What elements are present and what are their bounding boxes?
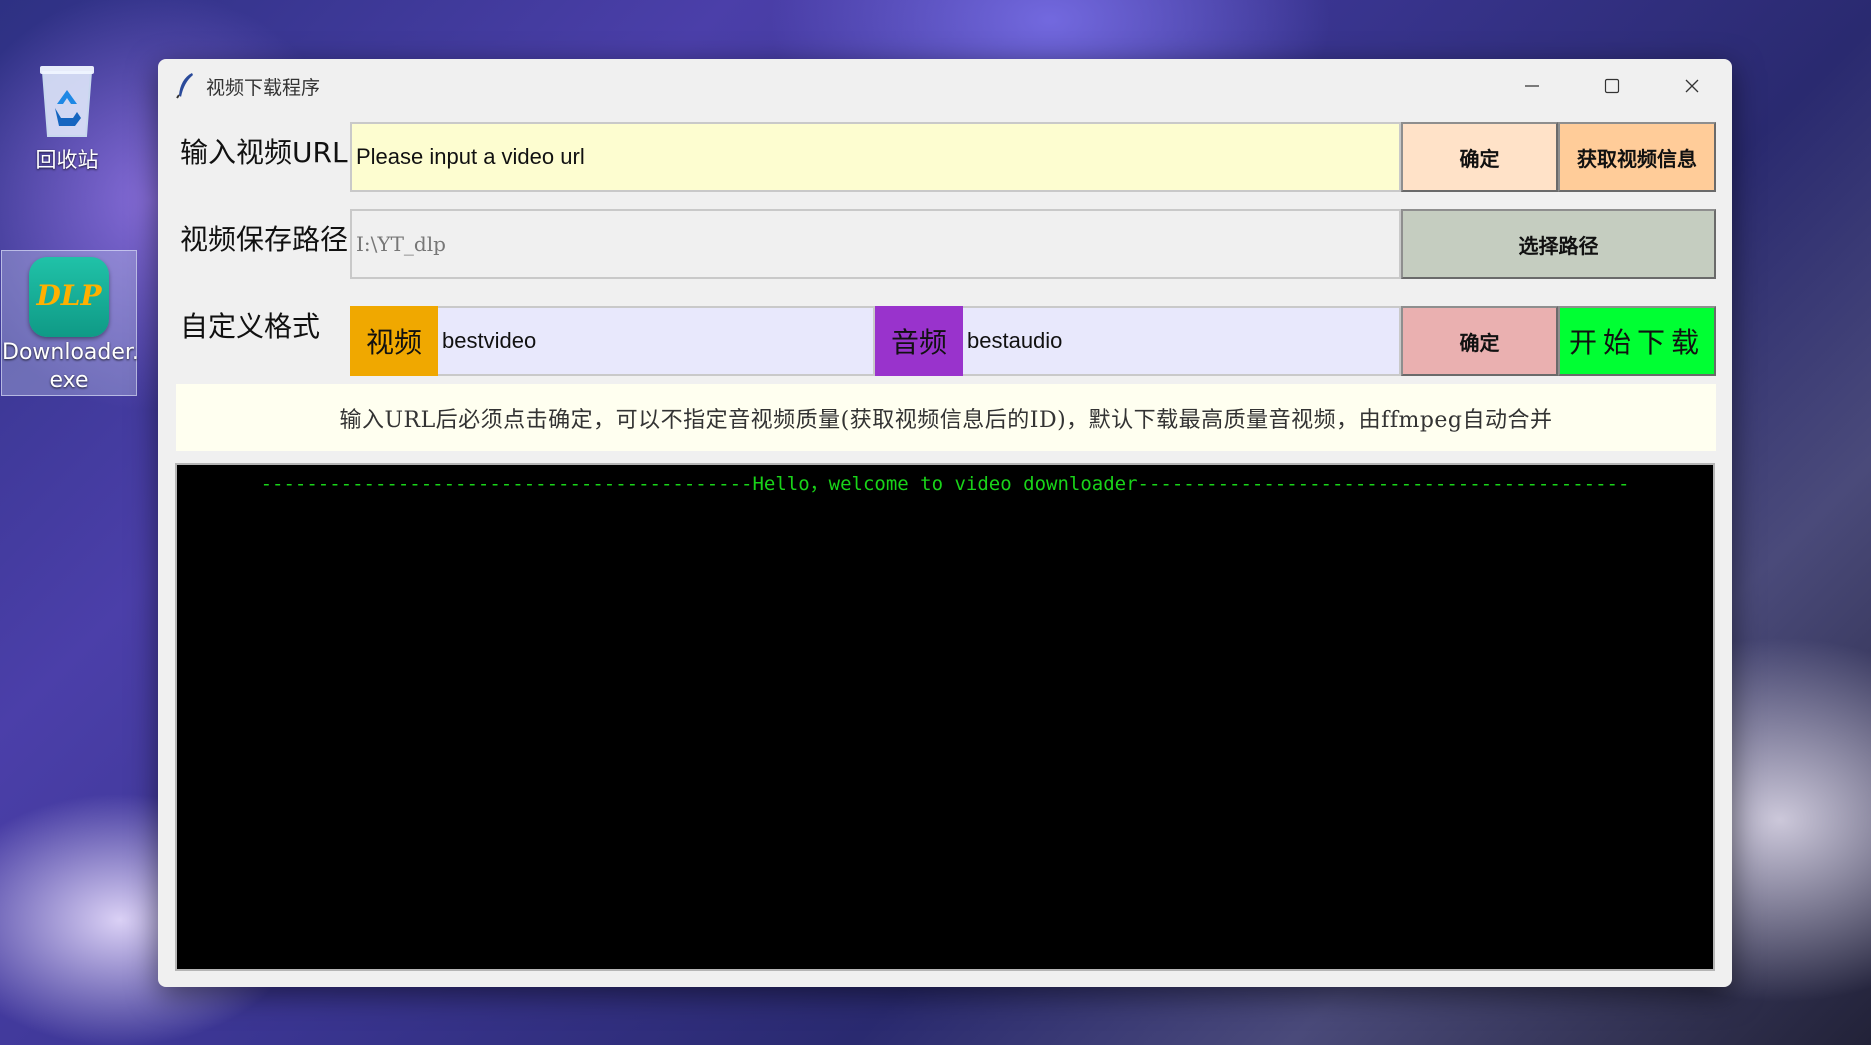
dlp-app-icon: DLP [29,257,109,337]
desktop-icon-label: 回收站 [35,148,99,172]
desktop-icon-recycle-bin[interactable]: 回收站 [0,62,134,192]
close-button[interactable] [1652,59,1732,112]
close-icon [1685,79,1699,92]
app-window: 视频下载程序 输入视频URL Please input a video url … [158,59,1732,987]
window-title: 视频下载程序 [206,77,321,99]
custom-format-label: 自定义格式 [180,310,321,343]
usage-hint: 输入URL后必须点击确定，可以不指定音视频质量(获取视频信息后的ID)，默认下载… [176,384,1716,451]
save-path-input[interactable]: I:\YT_dlp [350,209,1401,279]
minimize-icon [1525,84,1539,87]
save-path-label: 视频保存路径 [180,223,349,256]
desktop-icon-label-line2: exe [49,368,89,393]
desktop-icon-downloader[interactable]: DLP Downloader. exe [1,250,139,396]
feather-icon [176,71,196,99]
maximize-button[interactable] [1572,59,1652,112]
format-confirm-button[interactable]: 确定 [1401,306,1558,376]
audio-format-input[interactable]: bestaudio [963,306,1401,376]
desktop-icon-label-line1: Downloader. [2,340,139,365]
minimize-button[interactable] [1492,59,1572,112]
get-video-info-button[interactable]: 获取视频信息 [1558,122,1716,192]
video-format-input[interactable]: bestvideo [438,306,875,376]
url-input[interactable]: Please input a video url [350,122,1401,192]
start-download-button[interactable]: 开始下载 [1558,306,1716,376]
url-label: 输入视频URL [180,136,348,169]
choose-path-button[interactable]: 选择路径 [1401,209,1716,279]
recycle-bin-icon [37,62,97,140]
console-line: ----------------------------------------… [260,473,1630,495]
url-confirm-button[interactable]: 确定 [1401,122,1558,192]
dlp-icon-text: DLP [36,279,102,312]
title-bar[interactable]: 视频下载程序 [158,59,1732,112]
video-format-tag: 视频 [350,306,438,376]
console-output[interactable]: ----------------------------------------… [175,463,1715,971]
maximize-icon [1604,78,1620,93]
audio-format-tag: 音频 [875,306,963,376]
